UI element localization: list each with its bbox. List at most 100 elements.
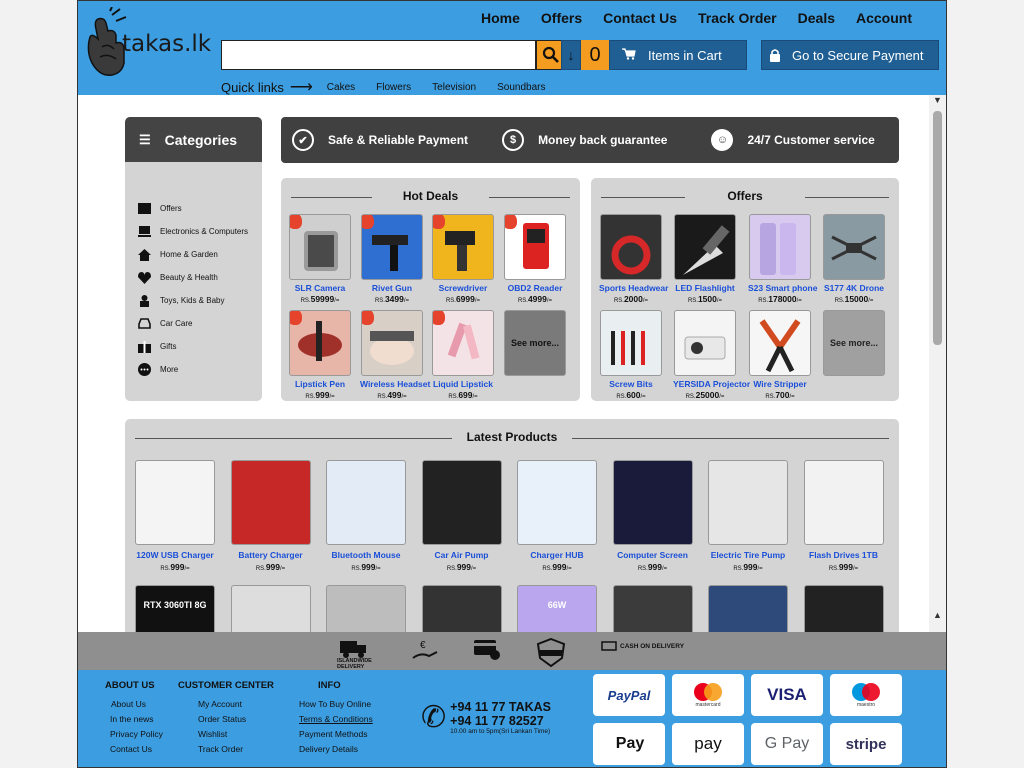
- product-image[interactable]: [289, 310, 351, 376]
- product-card[interactable]: Screwdriver RS.6999/=: [431, 214, 495, 304]
- product-name[interactable]: YERSIDA Projector: [673, 379, 750, 389]
- footer-link[interactable]: In the news: [110, 714, 163, 724]
- footer-link[interactable]: Terms & Conditions: [299, 714, 373, 724]
- product-card[interactable]: Wire Stripper RS.700/=: [748, 310, 812, 400]
- product-card[interactable]: [708, 585, 788, 632]
- product-card[interactable]: Charger HUB RS.999/=: [517, 460, 597, 572]
- product-image[interactable]: [135, 460, 215, 545]
- secure-payment-button[interactable]: Go to Secure Payment: [761, 40, 939, 70]
- product-name[interactable]: Rivet Gun: [360, 283, 424, 293]
- product-card[interactable]: Computer Screen RS.999/=: [612, 460, 693, 572]
- quick-link-flowers[interactable]: Flowers: [376, 82, 411, 93]
- product-card[interactable]: Electric Tire Pump RS.999/=: [708, 460, 788, 572]
- product-name[interactable]: LED Flashlight: [673, 283, 737, 293]
- product-card[interactable]: Battery Charger RS.999/=: [230, 460, 311, 572]
- product-card[interactable]: SLR Camera RS.59999/=: [288, 214, 352, 304]
- nav-account[interactable]: Account: [856, 10, 912, 26]
- category-gifts[interactable]: Gifts: [125, 335, 262, 358]
- product-image[interactable]: [326, 460, 406, 545]
- nav-home[interactable]: Home: [481, 10, 520, 26]
- product-card[interactable]: [230, 585, 311, 632]
- product-image[interactable]: [612, 460, 693, 545]
- product-image[interactable]: 66W: [517, 585, 597, 632]
- product-card[interactable]: 120W USB Charger RS.999/=: [135, 460, 215, 572]
- product-image[interactable]: [361, 214, 423, 280]
- product-image[interactable]: [361, 310, 423, 376]
- scrollbar-thumb[interactable]: [933, 111, 942, 345]
- product-name[interactable]: Wireless Headset: [360, 379, 430, 389]
- product-card[interactable]: OBD2 Reader RS.4999/=: [503, 214, 567, 304]
- product-card[interactable]: [421, 585, 502, 632]
- product-image[interactable]: RTX 3060TI 8G: [135, 585, 215, 632]
- category-toys-kids-baby[interactable]: Toys, Kids & Baby: [125, 289, 262, 312]
- product-card[interactable]: Screw Bits RS.600/=: [599, 310, 663, 400]
- product-name[interactable]: Wire Stripper: [748, 379, 812, 389]
- product-card[interactable]: Bluetooth Mouse RS.999/=: [326, 460, 406, 572]
- product-image[interactable]: [600, 214, 662, 280]
- cart-button[interactable]: ↓ 0 Items in Cart: [561, 40, 747, 70]
- category-beauty-health[interactable]: Beauty & Health: [125, 266, 262, 289]
- nav-track-order[interactable]: Track Order: [698, 10, 777, 26]
- scroll-up-icon[interactable]: ▼: [933, 95, 942, 105]
- product-name[interactable]: Flash Drives 1TB: [804, 550, 884, 560]
- product-name[interactable]: OBD2 Reader: [503, 283, 567, 293]
- product-name[interactable]: Liquid Lipstick: [431, 379, 495, 389]
- search-input[interactable]: [221, 40, 536, 70]
- product-image[interactable]: [421, 460, 502, 545]
- product-name[interactable]: SLR Camera: [288, 283, 352, 293]
- product-card[interactable]: Wireless Headset RS.499/=: [360, 310, 430, 400]
- product-card[interactable]: RTX 3060TI 8G: [135, 585, 215, 632]
- footer-link[interactable]: Contact Us: [110, 744, 163, 754]
- product-image[interactable]: [674, 310, 736, 376]
- product-name[interactable]: Charger HUB: [517, 550, 597, 560]
- footer-link[interactable]: Payment Methods: [299, 729, 373, 739]
- product-card[interactable]: Rivet Gun RS.3499/=: [360, 214, 424, 304]
- hot-deals-see-more-button[interactable]: See more...: [504, 310, 566, 376]
- category-home-garden[interactable]: Home & Garden: [125, 243, 262, 266]
- category-car-care[interactable]: Car Care: [125, 312, 262, 335]
- product-image[interactable]: [708, 460, 788, 545]
- product-image[interactable]: [749, 214, 811, 280]
- product-image[interactable]: [749, 310, 811, 376]
- quick-link-cakes[interactable]: Cakes: [327, 82, 355, 93]
- category-electronics[interactable]: Electronics & Computers: [125, 220, 262, 243]
- product-name[interactable]: Bluetooth Mouse: [326, 550, 406, 560]
- footer-link[interactable]: My Account: [198, 699, 274, 709]
- product-card[interactable]: [326, 585, 406, 632]
- product-image[interactable]: [421, 585, 502, 632]
- product-card[interactable]: S177 4K Drone RS.15000/=: [822, 214, 886, 304]
- nav-deals[interactable]: Deals: [798, 10, 835, 26]
- product-card[interactable]: [803, 585, 884, 632]
- quick-link-television[interactable]: Television: [432, 82, 476, 93]
- product-image[interactable]: [612, 585, 693, 632]
- product-card[interactable]: Lipstick Pen RS.999/=: [288, 310, 352, 400]
- product-image[interactable]: [803, 585, 884, 632]
- product-name[interactable]: S177 4K Drone: [822, 283, 886, 293]
- footer-link[interactable]: About Us: [111, 699, 163, 709]
- footer-phone[interactable]: ✆ +94 11 77 TAKAS +94 11 77 82527 10.00 …: [421, 700, 551, 735]
- product-name[interactable]: S23 Smart phone: [748, 283, 817, 293]
- product-name[interactable]: Car Air Pump: [422, 550, 502, 560]
- product-name[interactable]: 120W USB Charger: [135, 550, 215, 560]
- product-card[interactable]: LED Flashlight RS.1500/=: [673, 214, 737, 304]
- nav-contact-us[interactable]: Contact Us: [603, 10, 677, 26]
- footer-link[interactable]: How To Buy Online: [299, 699, 373, 709]
- product-image[interactable]: [289, 214, 351, 280]
- product-image[interactable]: [803, 460, 884, 545]
- product-name[interactable]: Electric Tire Pump: [708, 550, 788, 560]
- offers-see-more-button[interactable]: See more...: [823, 310, 885, 376]
- product-image[interactable]: [517, 460, 597, 545]
- product-image[interactable]: [326, 585, 406, 632]
- product-name[interactable]: Screw Bits: [599, 379, 663, 389]
- product-image[interactable]: [823, 214, 885, 280]
- footer-link[interactable]: Wishlist: [198, 729, 274, 739]
- product-card[interactable]: 66W: [517, 585, 597, 632]
- product-card[interactable]: Liquid Lipstick RS.699/=: [431, 310, 495, 400]
- product-name[interactable]: Battery Charger: [231, 550, 311, 560]
- footer-link[interactable]: Order Status: [198, 714, 274, 724]
- vertical-scrollbar[interactable]: ▼ ▲: [929, 95, 946, 632]
- nav-offers[interactable]: Offers: [541, 10, 582, 26]
- product-image[interactable]: [708, 585, 788, 632]
- footer-link[interactable]: Track Order: [198, 744, 274, 754]
- product-image[interactable]: [230, 460, 311, 545]
